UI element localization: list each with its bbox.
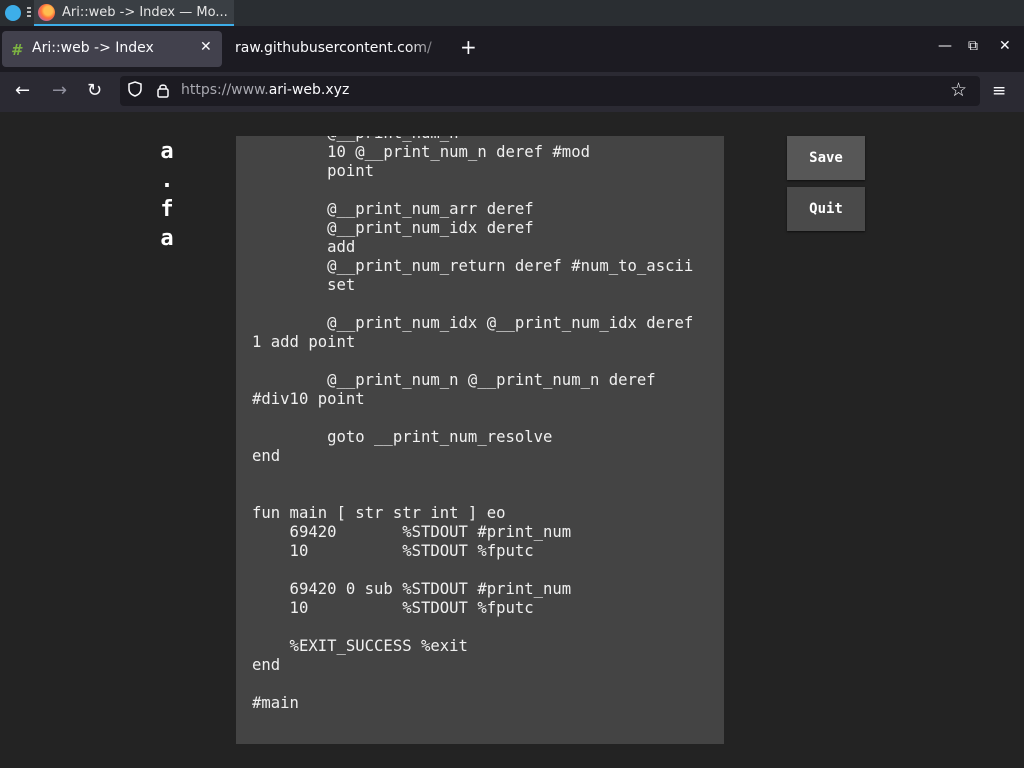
taskbar-task-title: Ari::web -> Index — Mo... (62, 5, 228, 20)
maximize-icon[interactable]: ⧉ (968, 38, 978, 54)
tab-raw-githubusercontent[interactable]: raw.githubusercontent.com/ (235, 40, 450, 56)
reload-icon[interactable]: ↻ (87, 80, 102, 101)
hamburger-menu-icon[interactable]: ≡ (992, 81, 1006, 101)
tab-ari-web-index[interactable]: # Ari::web -> Index ✕ (2, 31, 222, 67)
taskbar-task-firefox[interactable]: Ari::web -> Index — Mo... (34, 0, 234, 26)
lock-icon[interactable] (156, 82, 170, 98)
logo-letter: a (160, 139, 174, 164)
back-arrow-icon[interactable]: ← (15, 80, 30, 101)
site-logo[interactable]: a . f a (158, 137, 176, 253)
url-domain: ari-web.xyz (268, 82, 350, 98)
logo-letter: f (160, 197, 174, 222)
code-content[interactable]: @__print_num_n 10 @__print_num_n deref #… (252, 136, 693, 713)
hash-favicon-icon: # (11, 41, 22, 59)
forward-arrow-icon[interactable]: → (52, 80, 67, 101)
taskbar: Ari::web -> Index — Mo... (0, 0, 1024, 26)
new-tab-button[interactable]: + (460, 35, 477, 59)
tab-close-icon[interactable]: ✕ (200, 39, 212, 55)
page-content: a . f a @__print_num_n 10 @__print_num_n… (0, 112, 1024, 768)
save-button[interactable]: Save (787, 136, 865, 180)
window-close-icon[interactable]: ✕ (999, 38, 1011, 54)
tab-label: Ari::web -> Index (32, 40, 154, 56)
bookmark-star-icon[interactable]: ☆ (950, 79, 967, 101)
logo-letter: . (160, 168, 174, 193)
app-launcher-icon[interactable] (5, 5, 21, 21)
url-text[interactable]: https://www.ari-web.xyz (181, 82, 349, 98)
navigation-bar: ← → ↻ https://www.ari-web.xyz ☆ ≡ (0, 72, 1024, 112)
code-editor[interactable]: @__print_num_n 10 @__print_num_n deref #… (236, 136, 724, 744)
shield-icon[interactable] (128, 81, 142, 97)
taskbar-separator (27, 7, 31, 19)
logo-letter: a (160, 226, 174, 251)
url-bar[interactable]: https://www.ari-web.xyz ☆ (120, 76, 980, 106)
minimize-icon[interactable]: — (938, 38, 952, 54)
quit-button[interactable]: Quit (787, 187, 865, 231)
firefox-icon (38, 4, 55, 21)
url-prefix: https://www. (181, 82, 269, 98)
tab-bar: # Ari::web -> Index ✕ raw.githubusercont… (0, 26, 1024, 72)
